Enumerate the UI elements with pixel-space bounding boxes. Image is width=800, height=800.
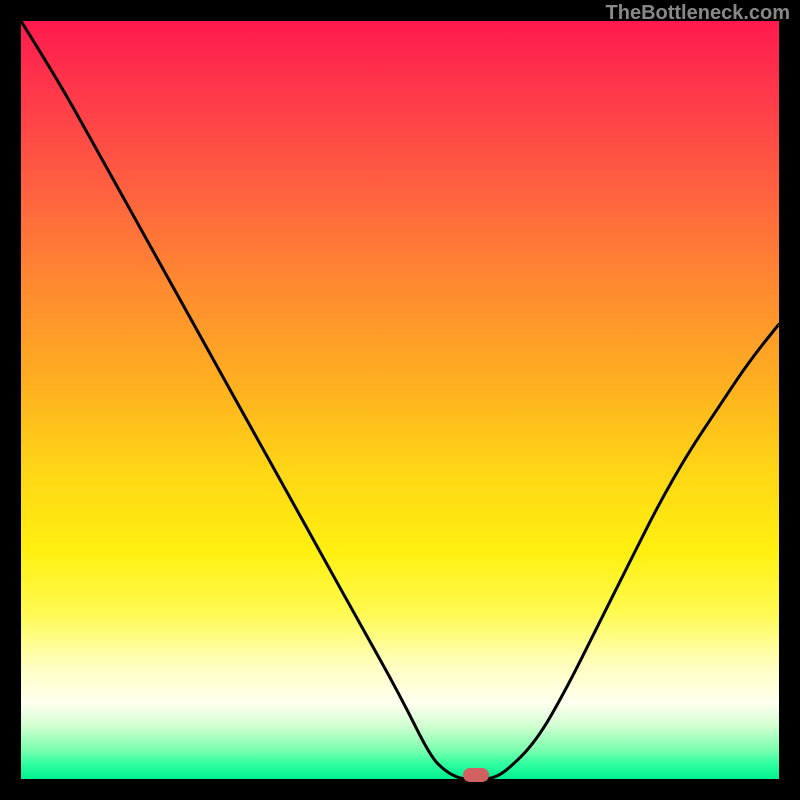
chart-container: TheBottleneck.com — [0, 0, 800, 800]
bottleneck-curve — [21, 21, 779, 779]
optimal-marker — [463, 768, 489, 782]
plot-area — [21, 21, 779, 779]
watermark-text: TheBottleneck.com — [606, 2, 790, 25]
curve-svg — [21, 21, 779, 779]
